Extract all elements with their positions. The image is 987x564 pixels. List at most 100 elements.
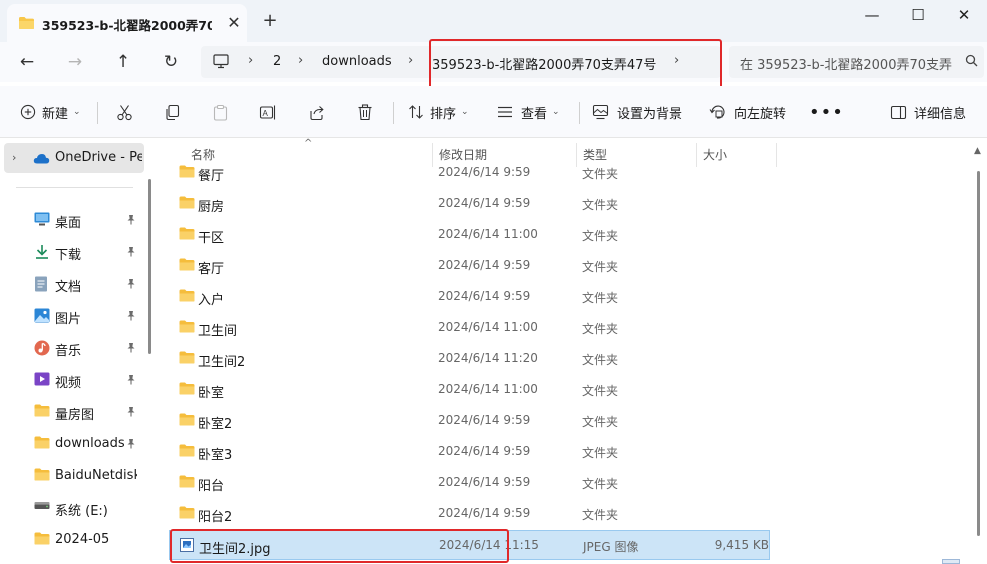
sidebar-item-label: 文档: [55, 280, 82, 295]
set-background-button[interactable]: 设置为背景: [592, 100, 682, 124]
chevron-right-icon: ›: [248, 53, 254, 68]
maximize-button[interactable]: ☐: [895, 0, 941, 32]
up-button[interactable]: ↑: [109, 50, 137, 74]
sidebar-item[interactable]: 视频: [0, 367, 145, 393]
folder-row[interactable]: 卫生间 2024/6/14 11:00 文件夹: [169, 313, 770, 343]
file-type: 文件夹: [582, 415, 619, 429]
file-list-scrollbar[interactable]: [977, 171, 980, 536]
file-type: 文件夹: [582, 353, 619, 367]
pin-icon: [126, 278, 136, 292]
file-type: 文件夹: [582, 198, 619, 212]
details-button[interactable]: 详细信息: [890, 100, 966, 124]
folder-row[interactable]: 阳台2 2024/6/14 9:59 文件夹: [169, 499, 770, 529]
file-type: 文件夹: [582, 508, 619, 522]
sidebar-item-label: downloads: [55, 436, 125, 451]
chevron-right-icon[interactable]: ›: [12, 151, 16, 164]
file-date: 2024/6/14 9:59: [438, 413, 531, 427]
view-button[interactable]: 查看 ⌄: [497, 100, 560, 124]
folder-icon: [34, 532, 50, 548]
sidebar-item[interactable]: 文档: [0, 271, 145, 297]
file-date: 2024/6/14 9:59: [438, 196, 531, 210]
folder-icon: [179, 413, 195, 429]
file-type: 文件夹: [582, 446, 619, 460]
rename-button[interactable]: A: [259, 100, 277, 124]
delete-button[interactable]: [357, 100, 373, 124]
new-button[interactable]: 新建 ⌄: [20, 100, 81, 124]
file-name: 卫生间2: [198, 355, 246, 370]
refresh-button[interactable]: ↻: [157, 50, 185, 74]
more-options-button[interactable]: •••: [809, 100, 844, 124]
folder-icon: [179, 444, 195, 460]
sidebar-item[interactable]: 量房图: [0, 399, 145, 425]
sort-button[interactable]: 排序 ⌄: [408, 100, 469, 124]
cut-button[interactable]: [116, 100, 133, 124]
download-icon: [34, 244, 50, 262]
sidebar-item[interactable]: 下载: [0, 239, 145, 265]
paste-button[interactable]: [212, 100, 229, 124]
file-name: 卫生间: [198, 324, 238, 339]
folder-row[interactable]: 卧室2 2024/6/14 9:59 文件夹: [169, 406, 770, 436]
search-input[interactable]: 在 359523-b-北翟路2000弄70支弄: [740, 54, 955, 73]
sidebar-item-label: 图片: [55, 312, 82, 327]
sidebar-item[interactable]: 系统 (E:): [0, 495, 145, 521]
divider: [579, 102, 580, 124]
column-divider[interactable]: [776, 143, 777, 167]
scroll-up-icon[interactable]: ▲: [974, 146, 981, 156]
music-icon: [34, 340, 50, 359]
divider: [16, 187, 133, 188]
rename-icon: A: [259, 105, 276, 119]
folder-row[interactable]: 卧室 2024/6/14 11:00 文件夹: [169, 375, 770, 405]
new-tab-button[interactable]: +: [259, 10, 281, 32]
close-window-button[interactable]: ✕: [941, 0, 987, 32]
file-type: 文件夹: [582, 291, 619, 305]
folder-icon: [179, 475, 195, 491]
set-background-label: 设置为背景: [617, 106, 683, 122]
sidebar-item[interactable]: 图片: [0, 303, 145, 329]
title-bar: 359523-b-北翟路2000弄70支弄 ✕ + — ☐ ✕: [0, 0, 987, 42]
minimize-button[interactable]: —: [849, 0, 895, 32]
forward-button[interactable]: →: [61, 50, 89, 74]
desktop-icon: [34, 212, 50, 229]
breadcrumb-item[interactable]: downloads: [322, 54, 392, 69]
sidebar-item-label: 量房图: [55, 408, 95, 423]
folder-row[interactable]: 客厅 2024/6/14 9:59 文件夹: [169, 251, 770, 281]
sort-label: 排序: [430, 106, 457, 122]
tab-active[interactable]: 359523-b-北翟路2000弄70支弄 ✕: [7, 4, 247, 42]
folder-row[interactable]: 阳台 2024/6/14 9:59 文件夹: [169, 468, 770, 498]
share-icon: [310, 105, 324, 120]
breadcrumb-item[interactable]: 2: [273, 54, 281, 69]
folder-row[interactable]: 干区 2024/6/14 11:00 文件夹: [169, 220, 770, 250]
sidebar-scrollbar[interactable]: [148, 179, 151, 354]
cloud-icon: [33, 153, 50, 167]
sidebar-item[interactable]: 桌面: [0, 207, 145, 233]
file-type: JPEG 图像: [583, 540, 639, 554]
folder-icon: [179, 165, 195, 181]
folder-row[interactable]: 餐厅 2024/6/14 9:59 文件夹: [169, 158, 770, 188]
sidebar-item-label: 视频: [55, 376, 82, 391]
copy-button[interactable]: [164, 100, 181, 124]
share-button[interactable]: [308, 100, 325, 124]
file-date: 2024/6/14 9:59: [438, 475, 531, 489]
pin-icon: [126, 374, 136, 388]
sidebar-item[interactable]: 音乐: [0, 335, 145, 361]
rotate-left-button[interactable]: 向左旋转: [709, 100, 786, 124]
close-tab-icon[interactable]: ✕: [224, 13, 244, 33]
folder-icon: [34, 404, 50, 420]
drive-icon: [34, 500, 50, 514]
folder-row[interactable]: 厨房 2024/6/14 9:59 文件夹: [169, 189, 770, 219]
sort-icon: [409, 105, 423, 119]
trash-icon: [358, 103, 372, 120]
view-toggle-button[interactable]: [942, 559, 960, 564]
folder-row[interactable]: 入户 2024/6/14 9:59 文件夹: [169, 282, 770, 312]
sidebar-item[interactable]: 2024-05: [0, 527, 145, 553]
search-box[interactable]: 在 359523-b-北翟路2000弄70支弄: [729, 46, 984, 78]
document-icon: [34, 276, 48, 295]
sidebar-item[interactable]: BaiduNetdiskD: [0, 463, 145, 489]
folder-row[interactable]: 卫生间2 2024/6/14 11:20 文件夹: [169, 344, 770, 374]
back-button[interactable]: ←: [13, 50, 41, 74]
pictures-icon: [34, 308, 50, 326]
svg-text:A: A: [263, 109, 269, 118]
sidebar-item[interactable]: downloads: [0, 431, 145, 457]
sidebar-item-onedrive[interactable]: › OneDrive - Per: [4, 143, 144, 173]
folder-row[interactable]: 卧室3 2024/6/14 9:59 文件夹: [169, 437, 770, 467]
